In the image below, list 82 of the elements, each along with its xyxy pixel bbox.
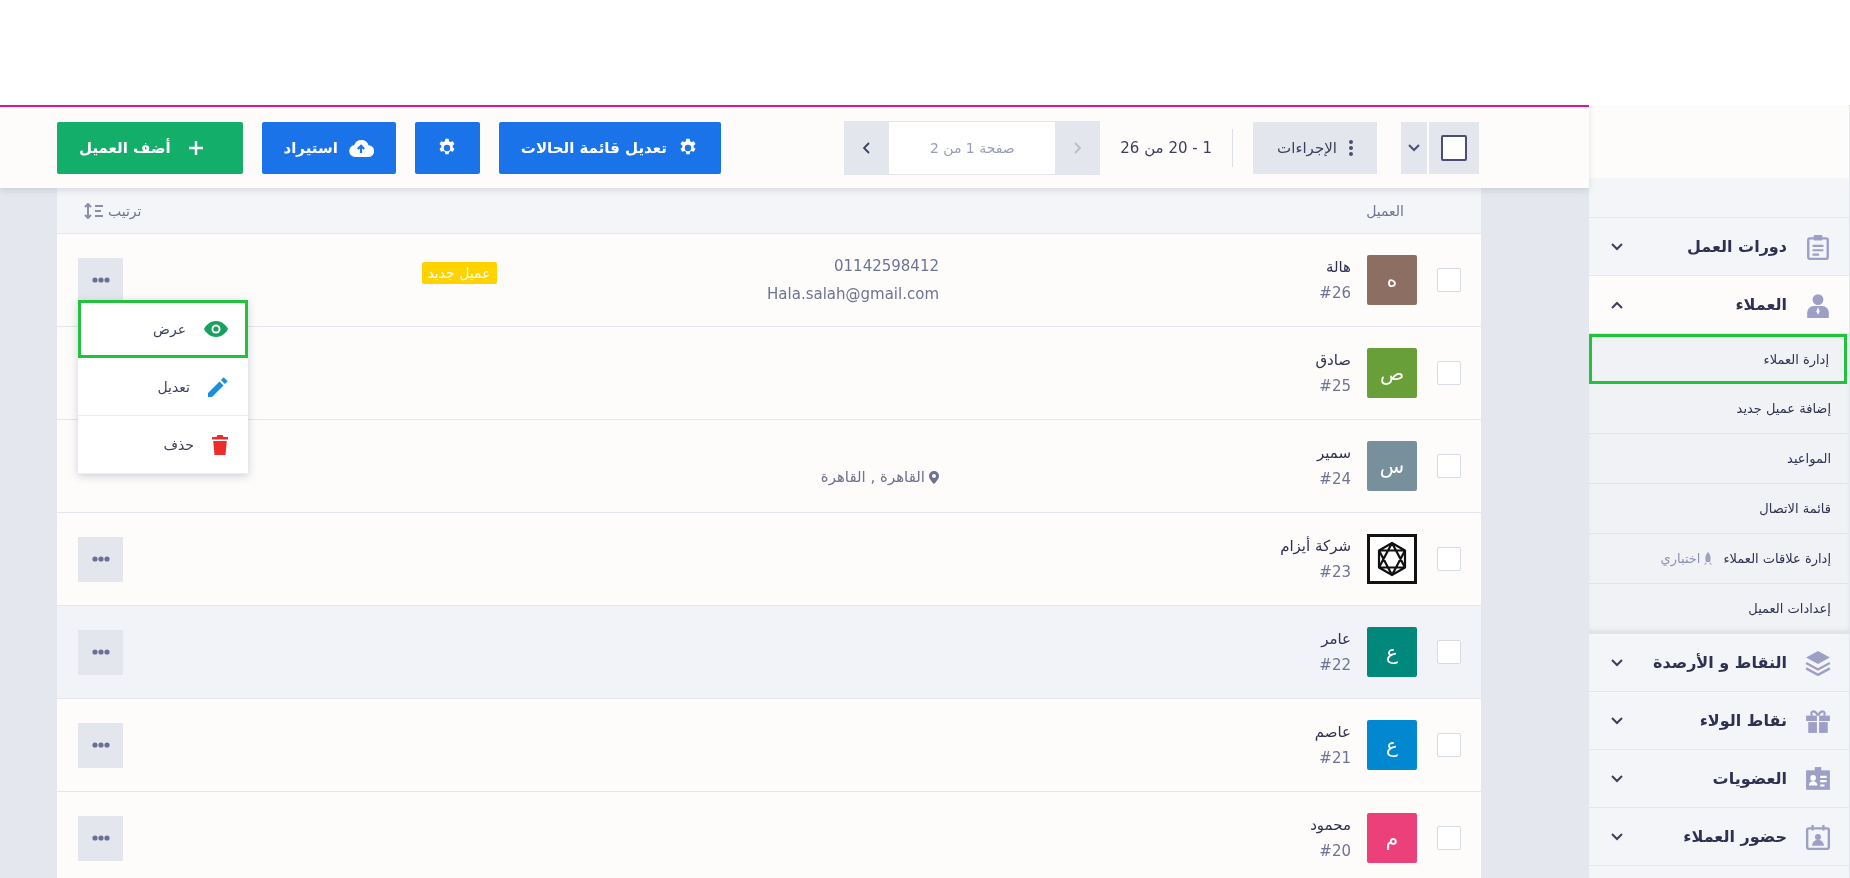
chevron-down-icon xyxy=(1408,143,1420,152)
avatar: س xyxy=(1367,441,1417,491)
customer-name[interactable]: محمود xyxy=(1310,816,1351,834)
sort-button[interactable]: ترتيب xyxy=(78,201,148,220)
customer-number: #26 xyxy=(1319,284,1351,302)
menu-item[interactable]: تعديل xyxy=(78,358,248,416)
avatar: ه xyxy=(1367,255,1417,305)
chevron-down-icon xyxy=(1611,658,1623,667)
sidebar-item[interactable]: العملاء xyxy=(1589,276,1849,334)
settings-button[interactable] xyxy=(414,121,480,174)
column-header: العميل xyxy=(1366,202,1404,219)
customer-name[interactable]: شركة أيزام xyxy=(1280,537,1351,555)
sidebar-item[interactable]: حضور العملاء xyxy=(1589,808,1849,866)
row-checkbox[interactable] xyxy=(1437,361,1461,385)
phone-number: 01142598412 xyxy=(834,257,939,275)
chevron-down-icon xyxy=(1611,774,1623,783)
sidebar-item[interactable]: العضويات xyxy=(1589,750,1849,808)
ellipsis-icon xyxy=(91,742,110,748)
chevron-down-icon xyxy=(1611,716,1623,725)
submenu-item[interactable]: إدارة العملاء xyxy=(1589,334,1847,384)
map-pin-icon xyxy=(929,470,939,484)
eye-icon xyxy=(204,321,228,337)
menu-item[interactable]: عرض xyxy=(78,300,248,358)
customer-location: القاهرة , القاهرة xyxy=(820,468,925,486)
more-button[interactable] xyxy=(78,629,123,675)
chevron-down-icon xyxy=(1611,832,1623,841)
customer-name[interactable]: هالة xyxy=(1325,258,1351,276)
select-all-checkbox[interactable] xyxy=(1429,121,1479,174)
sidebar-item[interactable]: النقاط و الأرصدة xyxy=(1589,634,1849,692)
menu-item[interactable]: حذف xyxy=(78,416,248,474)
email-address: Hala.salah@gmail.com xyxy=(767,285,939,303)
row-checkbox[interactable] xyxy=(1437,733,1461,757)
ellipsis-icon xyxy=(91,835,110,841)
customer-number: #20 xyxy=(1319,842,1351,860)
customer-name[interactable]: عامر xyxy=(1321,630,1351,648)
ellipsis-icon xyxy=(91,649,110,655)
avatar: ص xyxy=(1367,348,1417,398)
rocket-icon xyxy=(1703,551,1714,566)
row-checkbox[interactable] xyxy=(1437,454,1461,478)
more-button[interactable] xyxy=(78,815,123,861)
chevron-down-icon xyxy=(1611,242,1623,251)
sort-icon xyxy=(84,202,104,219)
customer-number: #21 xyxy=(1319,749,1351,767)
beta-label: اختباري xyxy=(1660,551,1701,566)
row-checkbox[interactable] xyxy=(1437,826,1461,850)
avatar: م xyxy=(1367,813,1417,863)
status-tag: عميل جديد xyxy=(421,262,497,284)
chevron-up-icon xyxy=(1611,300,1623,309)
ellipsis-icon xyxy=(91,277,110,283)
more-vertical-icon xyxy=(1348,139,1353,156)
customer-number: #24 xyxy=(1319,470,1351,488)
customer-name[interactable]: صادق xyxy=(1315,351,1351,369)
row-checkbox[interactable] xyxy=(1437,268,1461,292)
more-button[interactable] xyxy=(78,722,123,768)
avatar: ع xyxy=(1367,627,1417,677)
more-button[interactable] xyxy=(78,536,123,582)
id-card-icon xyxy=(1805,765,1831,792)
ellipsis-icon xyxy=(91,556,110,562)
calendar-icon xyxy=(1805,823,1831,850)
plus-icon xyxy=(188,140,203,155)
gift-icon xyxy=(1805,707,1831,734)
edit-statuses-button[interactable]: تعديل قائمة الحالات xyxy=(498,121,721,174)
avatar: ع xyxy=(1367,720,1417,770)
customer-number: #22 xyxy=(1319,656,1351,674)
record-range: 1 - 20 من 26 xyxy=(1120,138,1212,157)
import-button[interactable]: استيراد xyxy=(261,121,396,174)
customer-number: #23 xyxy=(1319,563,1351,581)
more-button[interactable] xyxy=(78,257,123,303)
logo-icon xyxy=(1367,534,1417,584)
cloud-upload-icon xyxy=(347,137,374,158)
customer-name[interactable]: سمير xyxy=(1316,444,1351,462)
trash-icon xyxy=(212,434,228,455)
row-checkbox[interactable] xyxy=(1437,547,1461,571)
layers-icon xyxy=(1805,649,1831,676)
clipboard-icon xyxy=(1805,233,1831,260)
person-icon xyxy=(1805,291,1831,318)
customer-number: #25 xyxy=(1319,377,1351,395)
row-checkbox[interactable] xyxy=(1437,640,1461,664)
actions-button[interactable]: الإجراءات xyxy=(1253,121,1377,174)
customer-name[interactable]: عاصم xyxy=(1314,723,1351,741)
pencil-icon xyxy=(208,376,228,397)
sidebar-item[interactable]: نقاط الولاء xyxy=(1589,692,1849,750)
